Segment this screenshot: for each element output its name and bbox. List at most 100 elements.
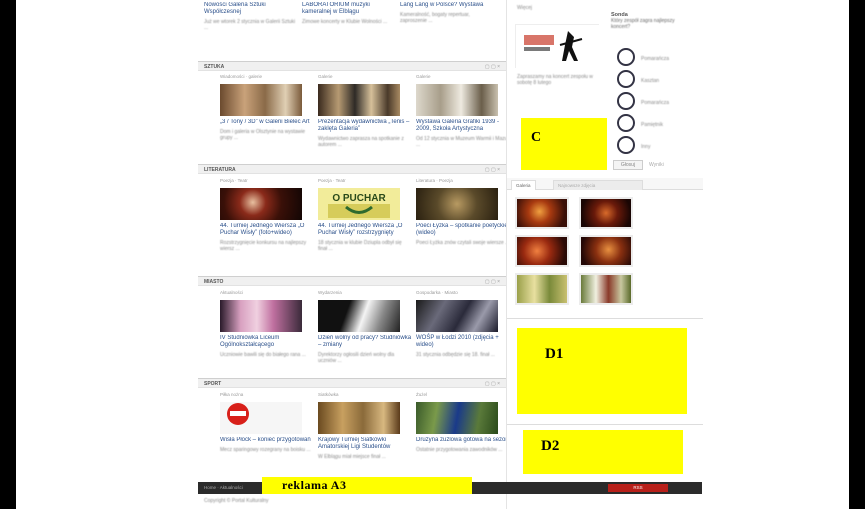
city-article-2[interactable]: Wydarzenia Dzień wolny od pracy? Studnió…: [318, 290, 412, 364]
sidebar-top-link[interactable]: Więcej: [517, 5, 532, 11]
article-title[interactable]: 44. Turniej Jednego Wiersza „O Puchar Wi…: [220, 223, 314, 237]
promo-image[interactable]: [515, 24, 600, 69]
article-thumbnail[interactable]: [220, 188, 302, 220]
sport-article-2[interactable]: Siatkówka Krajowy Turniej Siatkówki Amat…: [318, 392, 412, 460]
tab-gallery[interactable]: Galeria: [511, 180, 536, 190]
poll-option-label: Inny: [641, 144, 651, 150]
radio-button[interactable]: [617, 70, 635, 88]
article-title[interactable]: Drużyna żużlowa gotowa na sezon: [416, 437, 510, 444]
city-article-3[interactable]: Gospodarka · Miasto WOŚP w Łodzi 2010 (z…: [416, 290, 510, 358]
sport-article-1[interactable]: Piłka nożna Wisła Płock – koniec przygot…: [220, 392, 314, 453]
article-thumbnail[interactable]: [416, 300, 498, 332]
article-thumbnail[interactable]: [318, 300, 400, 332]
ad-slot-d1[interactable]: D1: [517, 328, 687, 414]
article-title[interactable]: Poeci Łyżka – spotkanie poetyckie (wideo…: [416, 223, 510, 237]
ad-slot-a3[interactable]: reklama A3: [262, 477, 472, 494]
poll: Sonda Który zespół zagra najlepszy konce…: [611, 12, 681, 30]
section-header-literature: LITERATURA ▢ ▢ ×: [198, 164, 506, 174]
section-controls[interactable]: ▢ ▢ ×: [485, 167, 500, 173]
article-title[interactable]: Nowości Galeria Sztuki Współczesnej: [204, 2, 298, 16]
article-thumbnail[interactable]: [220, 402, 302, 434]
ad-slot-d2[interactable]: D2: [523, 430, 683, 474]
article-category[interactable]: Siatkówka: [318, 392, 412, 400]
article-title[interactable]: IV Studniówka Liceum Ogólnokształcącego: [220, 335, 314, 349]
section-header-art: SZTUKA ▢ ▢ ×: [198, 61, 506, 71]
footer-links[interactable]: Home · Aktualności: [204, 485, 243, 490]
gallery-photo-3[interactable]: [515, 235, 569, 267]
section-controls[interactable]: ▢ ▢ ×: [485, 64, 500, 70]
article-title[interactable]: „3 / Tony / 3D” w Galerii Bielec Art: [220, 119, 314, 126]
article-desc: Dom i galeria w Olsztynie na wystawie gr…: [220, 129, 306, 141]
article-thumbnail[interactable]: [416, 402, 498, 434]
section-controls[interactable]: ▢ ▢ ×: [485, 381, 500, 387]
gallery-photo-5[interactable]: [515, 273, 569, 305]
article-category[interactable]: Wydarzenia: [318, 290, 412, 298]
poll-results-link[interactable]: Wyniki: [649, 162, 664, 168]
article-category[interactable]: Poezja · Teatr: [318, 178, 412, 186]
article-desc: Rozstrzygnięcie konkursu na najlepszy wi…: [220, 240, 307, 252]
article-title[interactable]: 44. Turniej Jednego Wiersza „O Puchar Wi…: [318, 223, 412, 237]
article-thumbnail[interactable]: [416, 188, 498, 220]
poll-option-label: Pamiętnik: [641, 122, 663, 128]
art-article-3[interactable]: Galerie Wystawa Galeria Grafiki 1939 - 2…: [416, 74, 510, 148]
article-category[interactable]: Aktualności: [220, 290, 314, 298]
article-title[interactable]: Wisła Płock – koniec przygotowań: [220, 437, 314, 444]
article-category[interactable]: Literatura · Poezja: [416, 178, 510, 186]
ad-label: C: [531, 130, 542, 145]
article-desc: Zimowe koncerty w Klubie Wolności ...: [302, 19, 388, 25]
article-thumbnail[interactable]: [318, 402, 400, 434]
radio-button[interactable]: [617, 136, 635, 154]
gallery-photo-4[interactable]: [579, 235, 633, 267]
article-title[interactable]: WOŚP w Łodzi 2010 (zdjęcia + wideo): [416, 335, 510, 349]
article-thumbnail[interactable]: [220, 84, 302, 116]
poll-question: Który zespół zagra najlepszy koncert?: [611, 18, 675, 30]
radio-button[interactable]: [617, 114, 635, 132]
section-controls[interactable]: ▢ ▢ ×: [485, 279, 500, 285]
footer-copyright: Copyright © Portal Kulturalny: [204, 498, 269, 504]
top-article-2[interactable]: LABORATORIUM muzyki kameralnej w Elblągu…: [302, 2, 396, 25]
art-article-2[interactable]: Galerie Prezentacja wydawnictwa „Tenis –…: [318, 74, 412, 148]
article-title[interactable]: Krajowy Turniej Siatkówki Amatorskiej Li…: [318, 437, 412, 451]
puchar-logo-icon: O PUCHAR: [318, 188, 400, 220]
article-title[interactable]: Lang Lang w Polsce? Wystawa: [400, 2, 494, 9]
article-category[interactable]: Wiadomości · galerie: [220, 74, 314, 82]
poll-vote-button[interactable]: Głosuj: [613, 160, 643, 170]
top-article-3[interactable]: Lang Lang w Polsce? Wystawa Kameralność,…: [400, 2, 494, 24]
article-title[interactable]: Prezentacja wydawnictwa „Tenis – zaklęta…: [318, 119, 412, 133]
article-category[interactable]: Poezja · Teatr: [220, 178, 314, 186]
svg-text:O PUCHAR: O PUCHAR: [332, 193, 386, 204]
section-title: LITERATURA: [204, 167, 236, 173]
rss-button[interactable]: RSS: [608, 484, 668, 492]
gallery-photo-1[interactable]: [515, 197, 569, 229]
article-thumbnail[interactable]: O PUCHAR: [318, 188, 400, 220]
section-title: SZTUKA: [204, 64, 225, 70]
ad-slot-c[interactable]: C: [521, 118, 607, 170]
article-thumbnail[interactable]: [220, 300, 302, 332]
article-category[interactable]: Piłka nożna: [220, 392, 314, 400]
article-thumbnail[interactable]: [416, 84, 498, 116]
article-thumbnail[interactable]: [318, 84, 400, 116]
lit-article-2[interactable]: Poezja · Teatr O PUCHAR 44. Turniej Jedn…: [318, 178, 412, 252]
tab-newest-photos[interactable]: Najnowsze zdjęcia: [553, 180, 643, 190]
radio-button[interactable]: [617, 48, 635, 66]
top-article-1[interactable]: Nowości Galeria Sztuki Współczesnej Już …: [204, 2, 298, 31]
article-title[interactable]: Dzień wolny od pracy? Studniówka – zmian…: [318, 335, 412, 349]
gallery-photo-2[interactable]: [579, 197, 633, 229]
art-article-1[interactable]: Wiadomości · galerie „3 / Tony / 3D” w G…: [220, 74, 314, 141]
lit-article-3[interactable]: Literatura · Poezja Poeci Łyżka – spotka…: [416, 178, 510, 246]
radio-button[interactable]: [617, 92, 635, 110]
article-category[interactable]: Galerie: [318, 74, 412, 82]
city-article-1[interactable]: Aktualności IV Studniówka Liceum Ogólnok…: [220, 290, 314, 358]
article-desc: 18 stycznia w klubie Dziupla odbył się f…: [318, 240, 402, 252]
article-title[interactable]: LABORATORIUM muzyki kameralnej w Elblągu: [302, 2, 396, 16]
article-category[interactable]: Galerie: [416, 74, 510, 82]
article-title[interactable]: Wystawa Galeria Grafiki 1939 - 2009, Szk…: [416, 119, 510, 133]
article-category[interactable]: Żużel: [416, 392, 510, 400]
article-desc: Wydawnictwo zaprasza na spotkanie z auto…: [318, 136, 404, 148]
sport-article-3[interactable]: Żużel Drużyna żużlowa gotowa na sezon Os…: [416, 392, 510, 453]
section-title: SPORT: [204, 381, 222, 387]
guitarist-poster-icon: [516, 25, 600, 69]
lit-article-1[interactable]: Poezja · Teatr 44. Turniej Jednego Wiers…: [220, 178, 314, 252]
gallery-photo-6[interactable]: [579, 273, 633, 305]
article-category[interactable]: Gospodarka · Miasto: [416, 290, 510, 298]
